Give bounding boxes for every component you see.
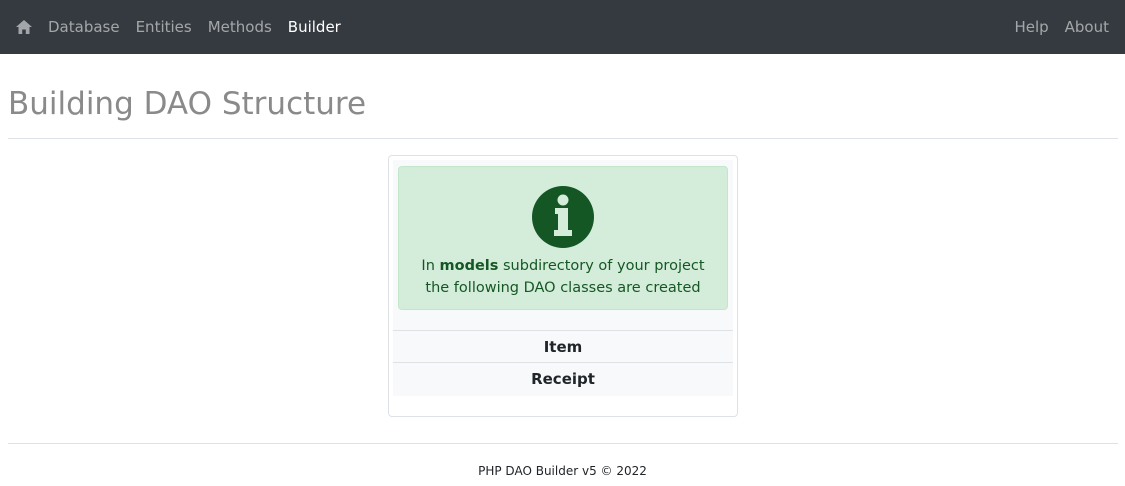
info-circle-icon xyxy=(531,185,595,253)
nav-help[interactable]: Help xyxy=(1014,18,1048,36)
nav-entities[interactable]: Entities xyxy=(136,18,192,36)
alert-text-prefix: In xyxy=(421,258,440,274)
nav-left: Database Entities Methods Builder xyxy=(16,18,357,36)
alert-line-1: In models subdirectory of your project xyxy=(399,255,727,277)
footer-text: PHP DAO Builder v5 © 2022 xyxy=(478,464,647,478)
dao-classes-card: In models subdirectory of your project t… xyxy=(388,155,738,417)
list-item: Receipt xyxy=(393,362,733,394)
nav-database[interactable]: Database xyxy=(48,18,120,36)
nav-builder[interactable]: Builder xyxy=(288,18,341,36)
nav-about[interactable]: About xyxy=(1065,18,1109,36)
alert-text-suffix: subdirectory of your project xyxy=(498,258,705,274)
dao-class-list: Item Receipt xyxy=(393,330,733,394)
nav-methods[interactable]: Methods xyxy=(208,18,272,36)
nav-right: Help About xyxy=(998,18,1109,36)
footer-divider xyxy=(8,443,1118,444)
list-item: Item xyxy=(393,330,733,362)
card-body: In models subdirectory of your project t… xyxy=(393,160,733,396)
alert-line-2: the following DAO classes are created xyxy=(425,280,701,296)
alert-message: In models subdirectory of your project t… xyxy=(399,255,727,299)
success-alert: In models subdirectory of your project t… xyxy=(398,166,728,310)
top-navbar: Database Entities Methods Builder Help A… xyxy=(0,0,1125,54)
page-title: Building DAO Structure xyxy=(8,86,367,122)
title-divider xyxy=(8,138,1118,139)
home-icon[interactable] xyxy=(16,20,32,34)
alert-text-bold: models xyxy=(439,258,499,274)
